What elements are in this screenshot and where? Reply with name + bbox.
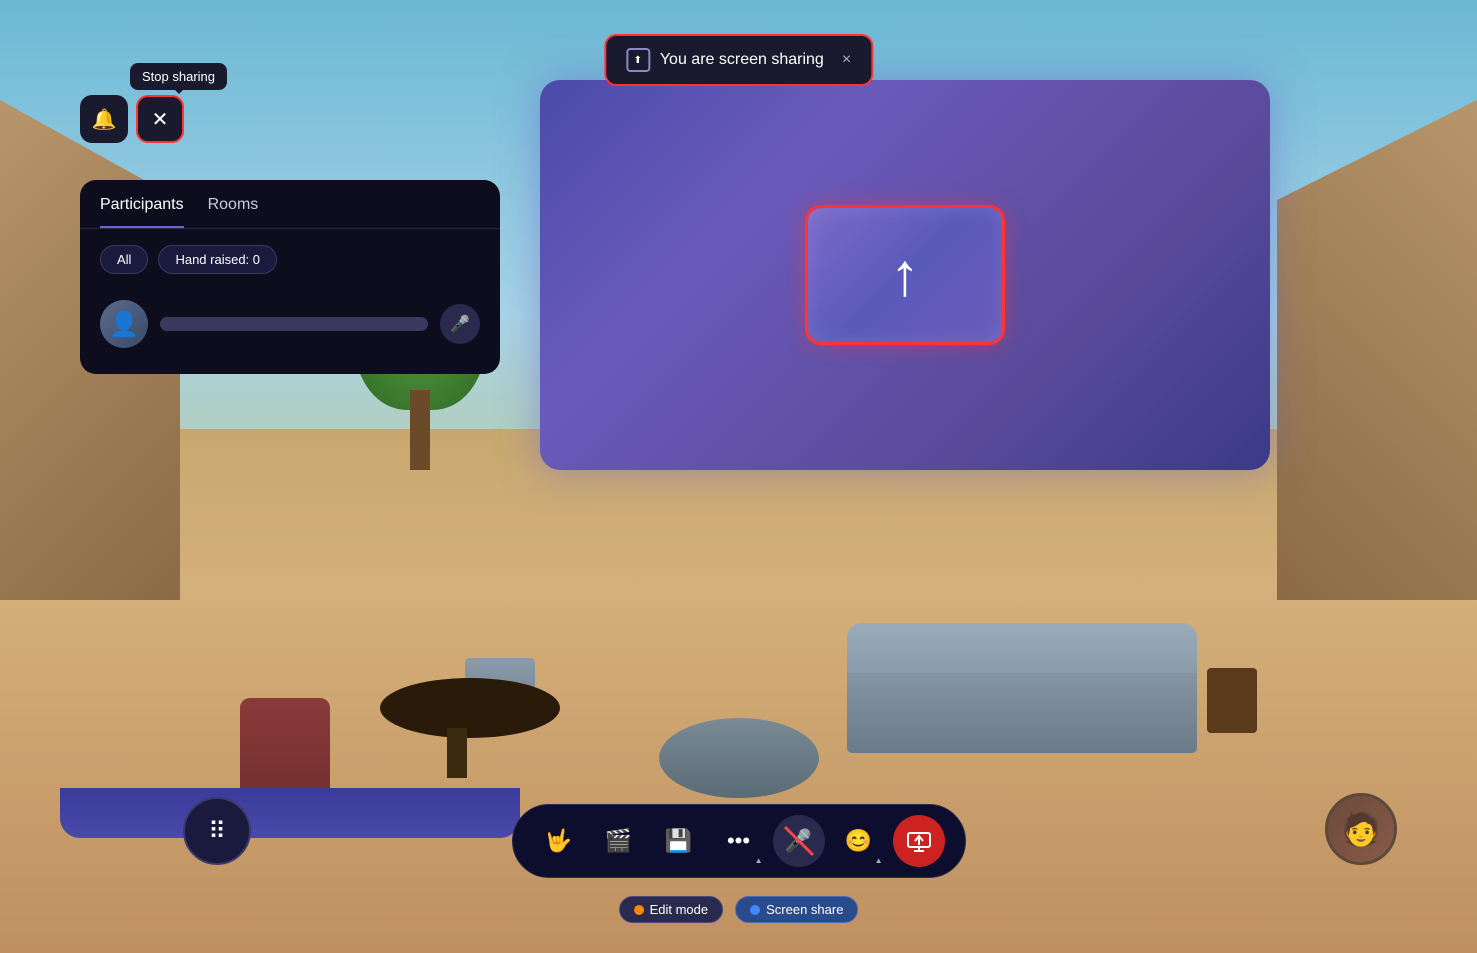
screen-share-display[interactable]: ↑: [805, 205, 1005, 345]
chevron-up-icon: ▲: [755, 856, 763, 865]
bell-icon: 🔔: [92, 107, 117, 132]
edit-mode-dot: [634, 905, 644, 915]
participants-panel: Participants Rooms All Hand raised: 0 👤 …: [80, 180, 500, 374]
camera-icon: 🎬: [605, 828, 632, 854]
mic-slash-icon: 🎤: [785, 828, 812, 854]
screen-share-badge: Screen share: [735, 896, 858, 923]
tab-rooms[interactable]: Rooms: [208, 196, 259, 228]
upload-arrow-icon: ↑: [890, 245, 920, 305]
bell-button[interactable]: 🔔: [80, 95, 128, 143]
sofa: [847, 653, 1197, 753]
filter-hand-raised-button[interactable]: Hand raised: 0: [158, 245, 277, 274]
table-stand: [447, 728, 467, 778]
mute-icon: 🎤: [450, 314, 470, 334]
stop-sharing-tooltip: Stop sharing: [130, 63, 227, 90]
tree-trunk: [410, 390, 430, 470]
participant-name-blurred: [160, 317, 428, 331]
reaction-button[interactable]: 😊 ▲: [833, 815, 885, 867]
wood-block-right: [1207, 668, 1257, 733]
edit-mode-badge: Edit mode: [619, 896, 724, 923]
more-icon: •••: [727, 828, 750, 854]
stop-share-button[interactable]: ✕: [136, 95, 184, 143]
mute-button[interactable]: 🎤: [773, 815, 825, 867]
participant-avatar: 👤: [100, 300, 148, 348]
banner-close-button[interactable]: ×: [842, 51, 851, 69]
banner-screen-icon: ⬆: [626, 48, 650, 72]
coffee-table: [380, 678, 560, 738]
emoji-button[interactable]: 🤟: [533, 815, 585, 867]
screen-share-button[interactable]: [893, 815, 945, 867]
screen-share-icon: [906, 828, 932, 854]
top-left-toolbar: 🔔 ✕: [80, 95, 184, 143]
emoji-reaction-icon: 😊: [845, 828, 872, 854]
panel-content: All Hand raised: 0 👤 🎤: [80, 229, 500, 374]
participant-row: 👤 🎤: [100, 290, 480, 358]
banner-icon-symbol: ⬆: [634, 55, 642, 66]
emoji-icon: 🤟: [545, 828, 572, 854]
screen-sharing-banner: ⬆ You are screen sharing ×: [604, 34, 873, 86]
stop-share-icon: ✕: [152, 107, 169, 132]
save-button[interactable]: 💾: [653, 815, 705, 867]
status-bar: Edit mode Screen share: [619, 896, 859, 923]
avatar-icon: 👤: [109, 310, 139, 339]
participant-mute-button[interactable]: 🎤: [440, 304, 480, 344]
camera-button[interactable]: 🎬: [593, 815, 645, 867]
panel-tabs: Participants Rooms: [80, 180, 500, 229]
banner-text: You are screen sharing: [660, 51, 824, 69]
virtual-screen: ↑: [540, 80, 1270, 470]
screen-share-dot: [750, 905, 760, 915]
panel-base: [60, 788, 520, 838]
ottoman: [659, 718, 819, 798]
sofa-back: [847, 623, 1197, 673]
filter-row: All Hand raised: 0: [100, 245, 480, 274]
user-avatar-icon: 🧑: [1341, 810, 1381, 848]
tooltip-text: Stop sharing: [142, 69, 215, 84]
tab-participants[interactable]: Participants: [100, 196, 184, 228]
bottom-toolbar: 🤟 🎬 💾 ••• ▲ 🎤 😊 ▲: [512, 804, 966, 878]
more-button[interactable]: ••• ▲: [713, 815, 765, 867]
reaction-chevron-icon: ▲: [875, 856, 883, 865]
screen-share-label: Screen share: [766, 902, 843, 917]
filter-all-button[interactable]: All: [100, 245, 148, 274]
apps-icon: ⠿: [208, 817, 226, 846]
user-avatar[interactable]: 🧑: [1325, 793, 1397, 865]
edit-mode-label: Edit mode: [650, 902, 709, 917]
save-icon: 💾: [665, 828, 692, 854]
apps-button[interactable]: ⠿: [183, 797, 251, 865]
